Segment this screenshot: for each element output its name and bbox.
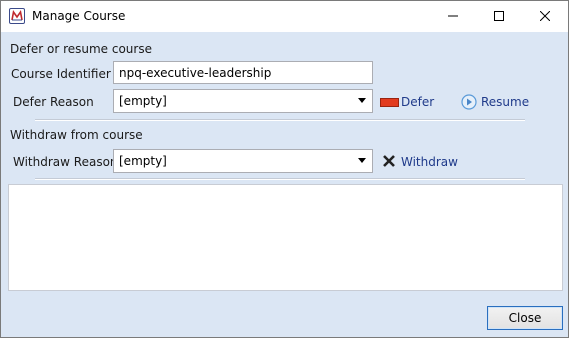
minimize-icon xyxy=(448,15,458,17)
chevron-down-icon xyxy=(358,158,366,163)
defer-button[interactable]: Defer xyxy=(380,95,435,111)
maximize-icon xyxy=(494,11,504,21)
withdraw-section-heading: Withdraw from course xyxy=(10,128,143,142)
course-identifier-input[interactable] xyxy=(113,61,373,84)
resume-button-label: Resume xyxy=(481,95,530,109)
defer-section-heading: Defer or resume course xyxy=(10,42,152,56)
window-title: Manage Course xyxy=(32,9,126,23)
app-m-logo-icon xyxy=(9,8,25,24)
red-bar-icon xyxy=(380,98,399,107)
dialog-body: Defer or resume course Course Identifier… xyxy=(1,32,568,337)
close-window-button[interactable] xyxy=(522,1,568,32)
manage-course-window: Manage Course Defer or resume course Cou… xyxy=(0,0,569,338)
withdraw-reason-label: Withdraw Reason xyxy=(13,155,118,169)
defer-reason-label: Defer Reason xyxy=(13,95,94,109)
defer-reason-value: [empty] xyxy=(119,94,167,108)
close-button-label: Close xyxy=(508,311,542,325)
defer-reason-select[interactable]: [empty] xyxy=(113,89,373,113)
course-identifier-label: Course Identifier xyxy=(11,67,111,81)
play-circle-icon xyxy=(461,94,477,110)
chevron-down-icon xyxy=(358,98,366,103)
withdraw-reason-select[interactable]: [empty] xyxy=(113,149,373,173)
minimize-button[interactable] xyxy=(430,1,476,32)
withdraw-button[interactable]: Withdraw xyxy=(382,154,458,170)
close-button[interactable]: Close xyxy=(487,306,563,330)
withdraw-button-label: Withdraw xyxy=(401,155,458,169)
section-divider xyxy=(35,119,525,121)
resume-button[interactable]: Resume xyxy=(461,94,530,111)
maximize-button[interactable] xyxy=(476,1,522,32)
output-log-area[interactable] xyxy=(8,184,563,291)
defer-button-label: Defer xyxy=(401,95,435,109)
section-divider xyxy=(35,178,525,180)
close-icon xyxy=(540,11,550,21)
x-mark-icon xyxy=(383,155,395,167)
title-bar: Manage Course xyxy=(1,1,568,32)
withdraw-reason-value: [empty] xyxy=(119,154,167,168)
